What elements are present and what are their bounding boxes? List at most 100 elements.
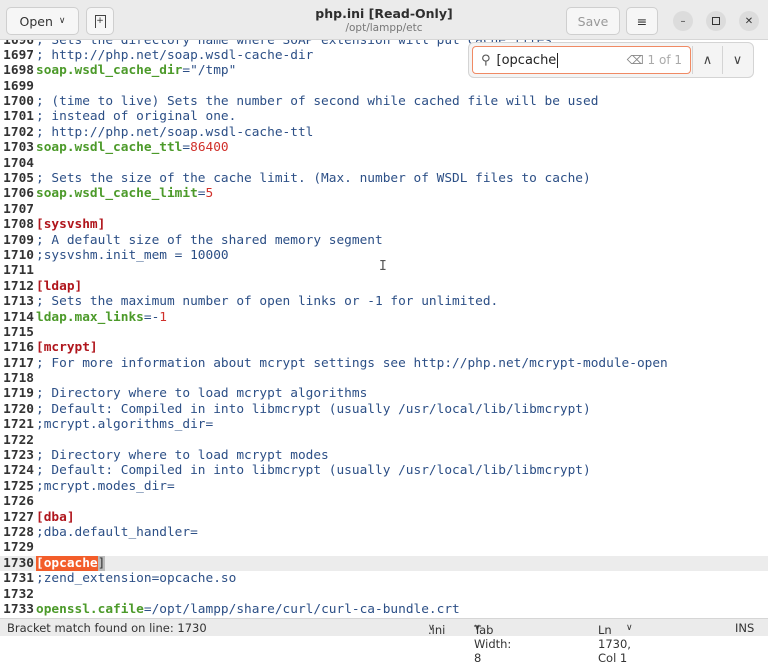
insert-mode-indicator[interactable]: INS xyxy=(735,621,754,635)
code-comment: ;sysvshm.init_mem = 10000 xyxy=(36,247,229,263)
code-key: soap.wsdl_cache_dir xyxy=(36,63,183,79)
new-tab-button[interactable]: + xyxy=(86,7,114,35)
code-line[interactable]: 1729 xyxy=(0,540,768,555)
close-button[interactable]: ✕ xyxy=(739,11,759,31)
code-line[interactable]: 1702; http://php.net/soap.wsdl-cache-ttl xyxy=(0,125,768,140)
header-bar: Open ∨ + php.ini [Read-Only] /opt/lampp/… xyxy=(0,0,768,40)
code-line[interactable]: 1720; Default: Compiled in into libmcryp… xyxy=(0,402,768,417)
code-line[interactable]: 1731 ;zend_extension=opcache.so xyxy=(0,571,768,586)
code-key: soap.wsdl_cache_ttl xyxy=(36,140,183,156)
code-value: =/opt/lampp/share/curl/curl-ca-bundle.cr… xyxy=(143,601,460,617)
code-line[interactable]: 1718 xyxy=(0,371,768,386)
code-line[interactable]: 1727 [dba] xyxy=(0,510,768,525)
line-number: 1712 xyxy=(3,278,34,294)
code-line[interactable]: 1707 xyxy=(0,202,768,217)
line-number: 1728 xyxy=(3,525,34,540)
open-label: Open xyxy=(19,13,53,29)
save-label: Save xyxy=(577,13,609,29)
code-num: 1 xyxy=(159,309,168,325)
code-line[interactable]: 1728 ;dba.default_handler= xyxy=(0,525,768,540)
minimize-button[interactable]: – xyxy=(673,11,693,31)
code-line[interactable]: 1716 [mcrypt] xyxy=(0,340,768,355)
line-number: 1702 xyxy=(3,124,34,140)
code-line[interactable]: 1715 xyxy=(0,325,768,340)
code-line[interactable]: 1725 ;mcrypt.modes_dir= xyxy=(0,479,768,494)
code-line[interactable]: 1732 xyxy=(0,587,768,602)
search-input[interactable]: ⚲ [opcache ⌫ 1 of 1 xyxy=(472,46,691,74)
code-line[interactable]: 1709; A default size of the shared memor… xyxy=(0,233,768,248)
new-tab-icon: + xyxy=(94,14,106,28)
text-cursor-icon: I xyxy=(379,259,387,274)
code-line[interactable]: 1721 ;mcrypt.algorithms_dir= xyxy=(0,417,768,432)
text-editor[interactable]: 1696; Sets the directory name where SOAP… xyxy=(0,40,768,618)
clear-search-icon[interactable]: ⌫ xyxy=(627,53,644,67)
code-line[interactable]: 1724; Default: Compiled in into libmcryp… xyxy=(0,463,768,478)
code-lines: 1696; Sets the directory name where SOAP… xyxy=(0,40,768,617)
line-number: 1698 xyxy=(3,63,34,79)
search-count-group: ⌫ 1 of 1 xyxy=(627,53,682,67)
code-line[interactable]: 1712 [ldap] xyxy=(0,279,768,294)
maximize-button[interactable] xyxy=(706,11,726,31)
search-icon: ⚲ xyxy=(481,52,491,68)
code-comment: ; Default: Compiled in into libmcrypt (u… xyxy=(36,463,591,479)
line-number: 1700 xyxy=(3,94,34,110)
previous-match-button[interactable]: ∧ xyxy=(692,46,722,74)
code-num: 5 xyxy=(205,186,214,202)
save-button[interactable]: Save xyxy=(566,7,620,35)
code-line[interactable]: 1703 soap.wsdl_cache_ttl=86400 xyxy=(0,140,768,155)
code-comment: ; Sets the size of the cache limit. (Max… xyxy=(36,171,591,187)
code-comment: ;mcrypt.algorithms_dir= xyxy=(36,417,214,433)
code-line[interactable]: 1726 xyxy=(0,494,768,509)
code-section: [sysvshm] xyxy=(36,217,106,233)
code-key: openssl.cafile xyxy=(36,601,144,617)
line-number: 1714 xyxy=(3,309,34,325)
code-line[interactable]: 1719; Directory where to load mcrypt alg… xyxy=(0,386,768,401)
line-number: 1724 xyxy=(3,463,34,479)
code-comment: ; http://php.net/soap.wsdl-cache-dir xyxy=(36,47,314,63)
code-value: = xyxy=(197,186,206,202)
code-line[interactable]: 1722 xyxy=(0,433,768,448)
code-line[interactable]: 1706 soap.wsdl_cache_limit=5 xyxy=(0,186,768,201)
line-number: 1726 xyxy=(3,494,34,510)
maximize-icon xyxy=(712,17,720,25)
code-line[interactable]: 1705; Sets the size of the cache limit. … xyxy=(0,171,768,186)
code-comment: ; http://php.net/soap.wsdl-cache-ttl xyxy=(36,124,314,140)
menu-button[interactable]: ≡ xyxy=(626,7,658,35)
line-number: 1701 xyxy=(3,109,34,125)
code-line[interactable]: 1701; instead of original one. xyxy=(0,109,768,124)
code-value: =- xyxy=(143,309,160,325)
line-number: 1725 xyxy=(3,478,34,494)
code-comment: ;zend_extension=opcache.so xyxy=(36,571,237,587)
search-count: 1 of 1 xyxy=(647,53,682,67)
line-number: 1710 xyxy=(3,247,34,263)
line-number: 1705 xyxy=(3,171,34,187)
code-line[interactable]: 1708 [sysvshm] xyxy=(0,217,768,232)
code-line[interactable]: 1699 xyxy=(0,79,768,94)
code-line[interactable]: 1717; For more information about mcrypt … xyxy=(0,356,768,371)
line-number: 1713 xyxy=(3,294,34,310)
code-section: [dba] xyxy=(36,509,75,525)
code-line[interactable]: 1733 openssl.cafile=/opt/lampp/share/curl… xyxy=(0,602,768,617)
search-value: [opcache xyxy=(496,52,559,68)
code-line[interactable]: 1704 xyxy=(0,156,768,171)
code-comment: ; A default size of the shared memory se… xyxy=(36,232,383,248)
line-number: 1720 xyxy=(3,401,34,417)
code-comment: ;dba.default_handler= xyxy=(36,525,198,540)
line-number: 1697 xyxy=(3,47,34,63)
line-number: 1706 xyxy=(3,186,34,202)
code-value: "/tmp" xyxy=(190,63,237,79)
code-comment: ; For more information about mcrypt sett… xyxy=(36,355,668,371)
code-line[interactable]: 1714 ldap.max_links=-1 xyxy=(0,310,768,325)
code-line[interactable]: 1723; Directory where to load mcrypt mod… xyxy=(0,448,768,463)
code-num: 86400 xyxy=(190,140,229,156)
code-key: ldap.max_links xyxy=(36,309,144,325)
line-number: 1719 xyxy=(3,386,34,402)
open-button[interactable]: Open ∨ xyxy=(6,7,79,35)
code-line[interactable]: 1713; Sets the maximum number of open li… xyxy=(0,294,768,309)
code-line[interactable]: 1730 [opcache] xyxy=(0,555,768,572)
code-comment: ; Default: Compiled in into libmcrypt (u… xyxy=(36,401,591,417)
line-number: 1729 xyxy=(3,540,34,556)
next-match-button[interactable]: ∨ xyxy=(722,46,752,74)
code-line[interactable]: 1700; (time to live) Sets the number of … xyxy=(0,94,768,109)
code-bracket: ] xyxy=(97,555,106,571)
